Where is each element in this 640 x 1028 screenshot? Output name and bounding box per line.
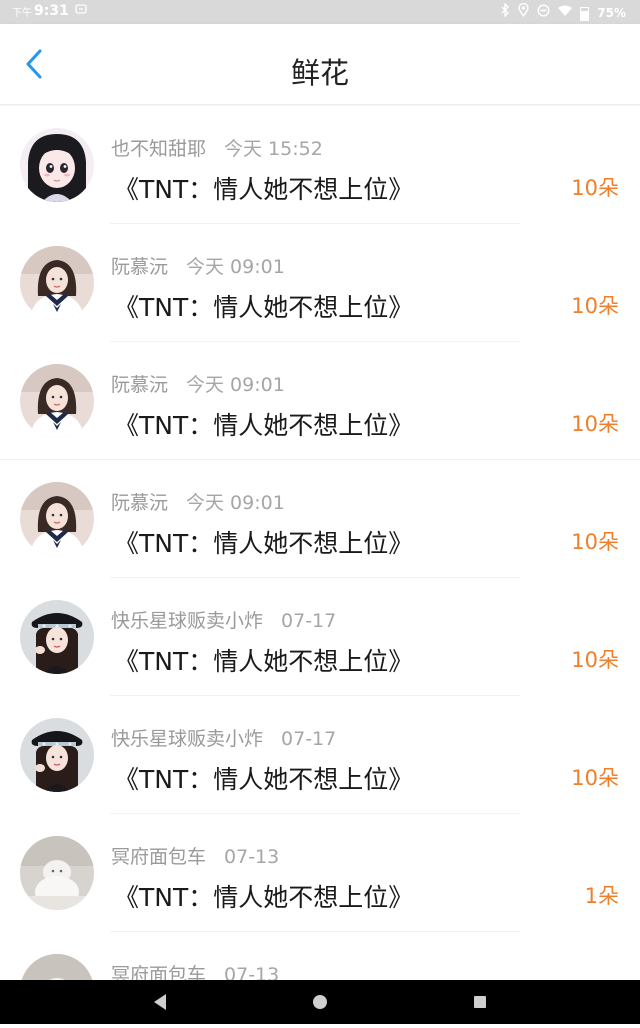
book-title[interactable]: 《TNT：情人她不想上位》 bbox=[114, 288, 413, 324]
location-icon bbox=[518, 2, 529, 22]
book-title[interactable]: 《TNT：情人她不想上位》 bbox=[114, 760, 413, 796]
avatar[interactable] bbox=[20, 600, 94, 674]
timestamp: 07-13 bbox=[224, 846, 280, 868]
nav-recents-button[interactable] bbox=[450, 980, 510, 1024]
flower-count: 10朵 bbox=[571, 176, 619, 200]
user-name[interactable]: 冥府面包车 bbox=[111, 964, 206, 980]
avatar[interactable] bbox=[20, 482, 94, 556]
battery-percent: 75% bbox=[597, 5, 626, 20]
avatar[interactable] bbox=[20, 246, 94, 320]
flower-count: 1朵 bbox=[584, 884, 619, 908]
avatar[interactable] bbox=[20, 364, 94, 438]
user-name[interactable]: 冥府面包车 bbox=[111, 846, 206, 868]
timestamp: 今天 15:52 bbox=[224, 138, 323, 160]
timestamp: 今天 09:01 bbox=[186, 256, 285, 278]
list-item[interactable]: 阮慕沅 今天 09:01 《TNT：情人她不想上位》 10朵 bbox=[0, 224, 640, 342]
list-item[interactable]: 阮慕沅 今天 09:01 《TNT：情人她不想上位》 10朵 bbox=[0, 342, 640, 460]
nav-home-button[interactable] bbox=[290, 980, 350, 1024]
page-title: 鲜花 bbox=[290, 56, 349, 90]
list-item[interactable]: 阮慕沅 今天 09:01 《TNT：情人她不想上位》 10朵 bbox=[0, 460, 640, 578]
meta-line: 快乐星球贩卖小炸 07-17 bbox=[111, 724, 336, 751]
meta-line: 冥府面包车 07-13 bbox=[111, 842, 279, 869]
status-ampm: 下午 bbox=[12, 7, 32, 19]
avatar[interactable] bbox=[20, 718, 94, 792]
book-title[interactable]: 《TNT：情人她不想上位》 bbox=[114, 406, 413, 442]
avatar[interactable] bbox=[20, 954, 94, 980]
timestamp: 07-17 bbox=[281, 728, 337, 750]
meta-line: 阮慕沅 今天 09:01 bbox=[111, 252, 285, 279]
meta-line: 快乐星球贩卖小炸 07-17 bbox=[111, 606, 336, 633]
flower-gift-list: 也不知甜耶 今天 15:52 《TNT：情人她不想上位》 10朵 阮慕沅 今天 09… bbox=[0, 106, 640, 980]
status-right: 75% bbox=[500, 2, 626, 22]
meta-line: 冥府面包车 07-13 bbox=[111, 960, 279, 980]
timestamp: 07-13 bbox=[224, 964, 280, 980]
meta-line: 也不知甜耶 今天 15:52 bbox=[111, 134, 323, 161]
user-name[interactable]: 也不知甜耶 bbox=[111, 138, 206, 160]
list-item[interactable]: 冥府面包车 07-13 bbox=[0, 932, 640, 980]
app-header: 鲜花 bbox=[0, 24, 640, 105]
timestamp: 今天 09:01 bbox=[186, 374, 285, 396]
nav-recents-icon bbox=[474, 996, 486, 1008]
status-time: 9:31 bbox=[34, 3, 69, 19]
list-item[interactable]: 冥府面包车 07-13 《TNT：情人她不想上位》 1朵 bbox=[0, 814, 640, 932]
avatar[interactable] bbox=[20, 128, 94, 202]
user-name[interactable]: 阮慕沅 bbox=[111, 256, 168, 278]
system-nav-bar bbox=[0, 980, 640, 1024]
list-item[interactable]: 也不知甜耶 今天 15:52 《TNT：情人她不想上位》 10朵 bbox=[0, 106, 640, 224]
list-item[interactable]: 快乐星球贩卖小炸 07-17 《TNT：情人她不想上位》 10朵 bbox=[0, 696, 640, 814]
flower-count: 10朵 bbox=[571, 766, 619, 790]
flower-count: 10朵 bbox=[571, 412, 619, 436]
list-item[interactable]: 快乐星球贩卖小炸 07-17 《TNT：情人她不想上位》 10朵 bbox=[0, 578, 640, 696]
wifi-icon bbox=[558, 4, 573, 22]
book-title[interactable]: 《TNT：情人她不想上位》 bbox=[114, 524, 413, 560]
nav-back-icon bbox=[154, 994, 166, 1010]
book-title[interactable]: 《TNT：情人她不想上位》 bbox=[114, 170, 413, 206]
flower-count: 10朵 bbox=[571, 530, 619, 554]
flower-count: 10朵 bbox=[571, 294, 619, 318]
user-name[interactable]: 阮慕沅 bbox=[111, 374, 168, 396]
status-bar: 下午 9:31 75% bbox=[0, 0, 640, 24]
book-title[interactable]: 《TNT：情人她不想上位》 bbox=[114, 642, 413, 678]
sync-icon bbox=[75, 3, 87, 19]
meta-line: 阮慕沅 今天 09:01 bbox=[111, 488, 285, 515]
timestamp: 07-17 bbox=[281, 610, 337, 632]
bluetooth-icon bbox=[500, 2, 510, 22]
avatar[interactable] bbox=[20, 836, 94, 910]
flower-count: 10朵 bbox=[571, 648, 619, 672]
user-name[interactable]: 快乐星球贩卖小炸 bbox=[111, 728, 263, 750]
meta-line: 阮慕沅 今天 09:01 bbox=[111, 370, 285, 397]
user-name[interactable]: 阮慕沅 bbox=[111, 492, 168, 514]
dnd-icon bbox=[537, 3, 550, 22]
timestamp: 今天 09:01 bbox=[186, 492, 285, 514]
nav-back-button[interactable] bbox=[130, 980, 190, 1024]
status-left: 下午 9:31 bbox=[12, 3, 87, 19]
nav-home-icon bbox=[313, 995, 327, 1009]
battery-icon bbox=[580, 6, 590, 21]
book-title[interactable]: 《TNT：情人她不想上位》 bbox=[114, 878, 413, 914]
user-name[interactable]: 快乐星球贩卖小炸 bbox=[111, 610, 263, 632]
